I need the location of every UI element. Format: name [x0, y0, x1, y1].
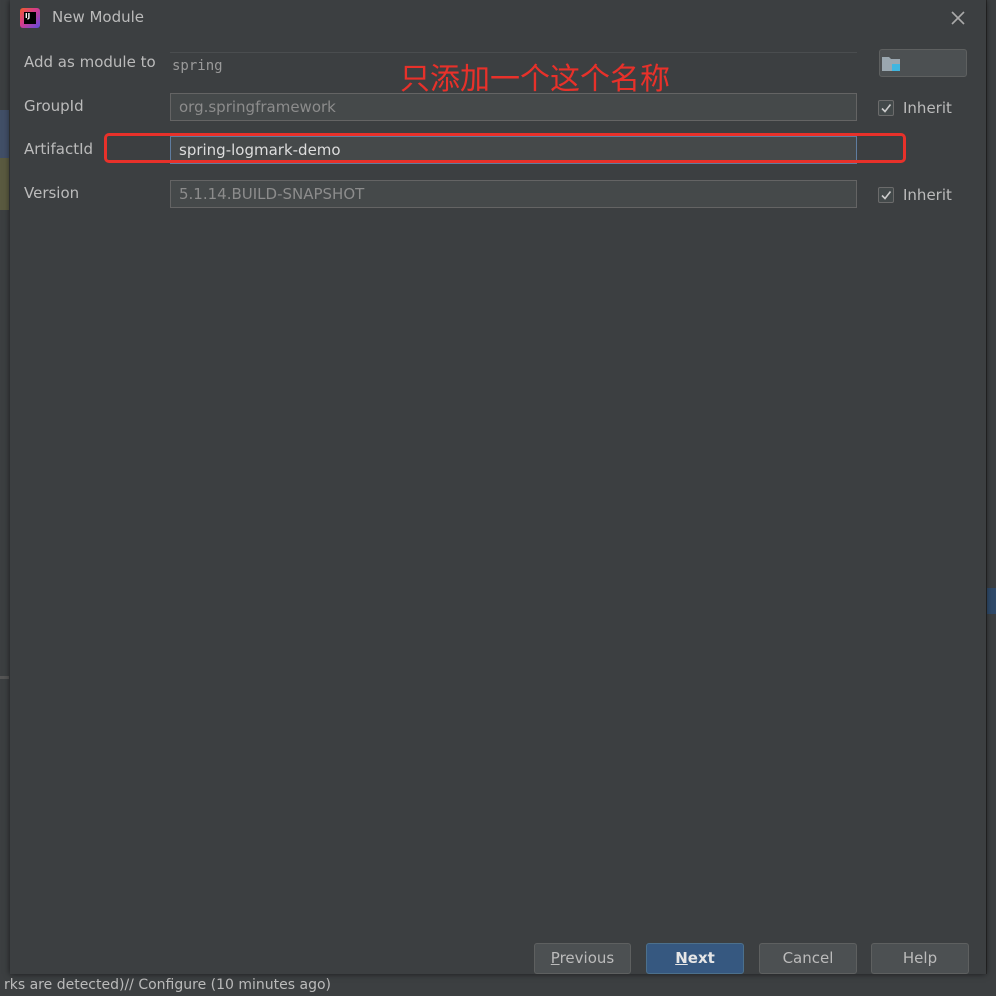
version-inherit-label: Inherit [903, 186, 952, 204]
ide-left-panel-divider [0, 676, 9, 679]
intellij-idea-icon-inner: IJ [24, 12, 36, 24]
ide-right-panel-selection [987, 588, 996, 614]
checkmark-icon [881, 104, 892, 113]
ide-right-panel [987, 0, 996, 996]
previous-label: revious [559, 949, 615, 967]
next-label: ext [687, 949, 715, 967]
close-icon [951, 11, 965, 25]
previous-mnemonic: P [550, 949, 560, 967]
add-as-module-label: Add as module to [24, 53, 156, 71]
annotation-highlight-box [104, 133, 906, 163]
browse-parent-button[interactable] [879, 49, 967, 77]
ide-left-panel-selection [0, 158, 9, 210]
previous-button[interactable]: Previous [534, 943, 631, 974]
group-id-inherit-box[interactable] [878, 100, 894, 116]
group-id-label: GroupId [24, 97, 84, 115]
version-inherit-box[interactable] [878, 187, 894, 203]
dialog-titlebar: IJ New Module [10, 0, 986, 36]
next-button[interactable]: Next [646, 943, 744, 974]
annotation-text: 只添加一个这个名称 [400, 62, 670, 97]
dialog-title: New Module [52, 8, 145, 26]
close-button[interactable] [946, 6, 970, 30]
group-id-inherit-checkbox[interactable]: Inherit [878, 98, 952, 118]
checkmark-icon [881, 191, 892, 200]
new-module-dialog: IJ New Module Add as module to spring Gr… [10, 0, 986, 974]
next-mnemonic: N [675, 949, 688, 967]
artifact-id-label: ArtifactId [24, 140, 94, 158]
version-label: Version [24, 184, 80, 202]
ide-left-panel-highlight [0, 110, 9, 158]
intellij-idea-icon: IJ [20, 8, 40, 28]
ide-status-text: rks are detected)// Configure (10 minute… [0, 974, 996, 996]
version-input[interactable]: 5.1.14.BUILD-SNAPSHOT [170, 180, 857, 208]
cancel-button[interactable]: Cancel [759, 943, 857, 974]
help-button[interactable]: Help [871, 943, 969, 974]
folder-icon [882, 57, 900, 71]
version-inherit-checkbox[interactable]: Inherit [878, 185, 952, 205]
group-id-inherit-label: Inherit [903, 99, 952, 117]
